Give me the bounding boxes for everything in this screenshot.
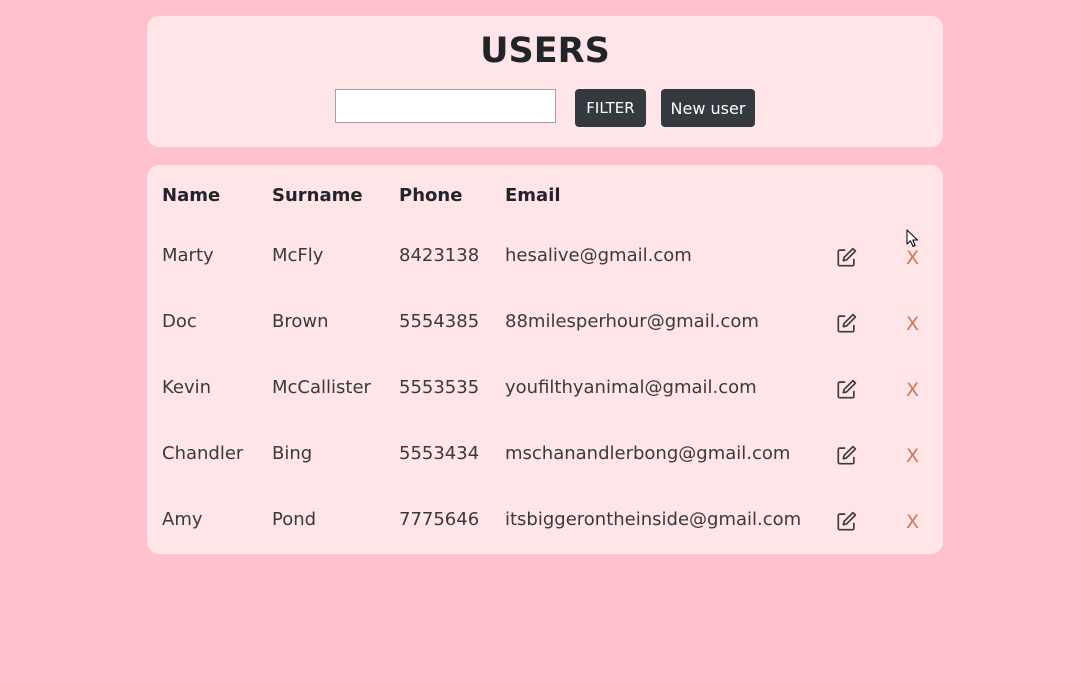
cell-name: Marty [162, 245, 214, 266]
column-header-name: Name [162, 185, 221, 206]
cell-phone: 5553535 [399, 377, 480, 398]
cell-phone: 7775646 [399, 509, 480, 530]
cell-name: Doc [162, 311, 197, 332]
cell-email: 88milesperhour@gmail.com [505, 311, 759, 332]
delete-button[interactable]: X [906, 444, 919, 468]
filter-input[interactable] [335, 89, 556, 123]
table-row: Chandler Bing 5553434 mschanandlerbong@g… [147, 431, 943, 497]
cell-phone: 8423138 [399, 245, 480, 266]
cell-email: youfilthyanimal@gmail.com [505, 377, 757, 398]
edit-icon[interactable] [836, 246, 858, 268]
cell-phone: 5554385 [399, 311, 480, 332]
edit-icon[interactable] [836, 378, 858, 400]
cell-surname: Bing [272, 443, 313, 464]
edit-icon[interactable] [836, 444, 858, 466]
cell-surname: McCallister [272, 377, 371, 398]
delete-button[interactable]: X [906, 246, 919, 270]
cell-surname: McFly [272, 245, 324, 266]
column-header-phone: Phone [399, 185, 463, 206]
column-header-surname: Surname [272, 185, 363, 206]
column-header-email: Email [505, 185, 561, 206]
header-card: USERS FILTER New user [147, 16, 943, 147]
cell-phone: 5553434 [399, 443, 480, 464]
cell-email: itsbiggerontheinside@gmail.com [505, 509, 802, 530]
new-user-button[interactable]: New user [661, 89, 755, 127]
page-title: USERS [480, 31, 610, 71]
cell-name: Kevin [162, 377, 212, 398]
edit-icon[interactable] [836, 510, 858, 532]
delete-button[interactable]: X [906, 378, 919, 402]
cell-surname: Pond [272, 509, 317, 530]
cell-name: Amy [162, 509, 203, 530]
users-table: Name Surname Phone Email Marty McFly 842… [147, 165, 943, 554]
table-row: Doc Brown 5554385 88milesperhour@gmail.c… [147, 299, 943, 365]
table-row: Marty McFly 8423138 hesalive@gmail.com X [147, 233, 943, 299]
cell-surname: Brown [272, 311, 329, 332]
delete-button[interactable]: X [906, 510, 919, 534]
table-row: Kevin McCallister 5553535 youfilthyanima… [147, 365, 943, 431]
table-row: Amy Pond 7775646 itsbiggerontheinside@gm… [147, 497, 943, 563]
cell-email: mschanandlerbong@gmail.com [505, 443, 791, 464]
filter-button[interactable]: FILTER [575, 89, 646, 127]
cell-name: Chandler [162, 443, 244, 464]
cell-email: hesalive@gmail.com [505, 245, 692, 266]
edit-icon[interactable] [836, 312, 858, 334]
delete-button[interactable]: X [906, 312, 919, 336]
